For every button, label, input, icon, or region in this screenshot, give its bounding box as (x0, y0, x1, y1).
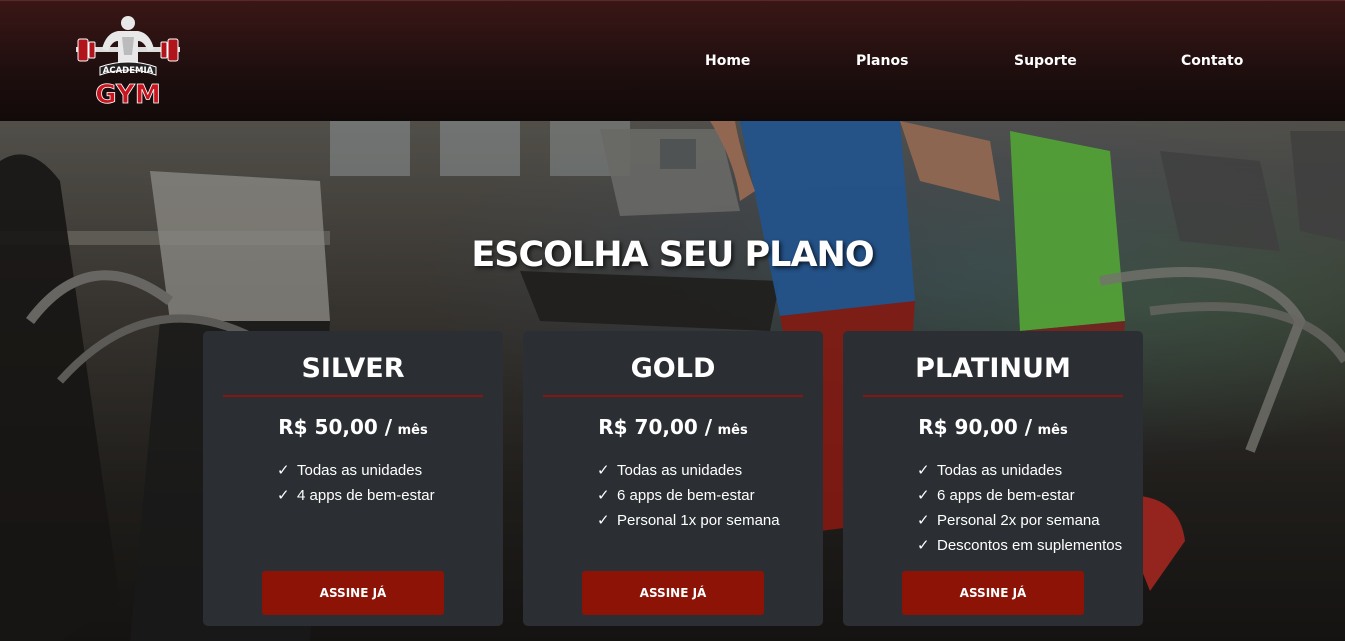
price-period: mês (717, 423, 748, 438)
nav-home[interactable]: Home (705, 53, 750, 69)
feature-item: ✓ 4 apps de bem-estar (277, 483, 435, 508)
subscribe-button-silver[interactable]: ASSINE JÁ (262, 571, 444, 615)
main-nav: Home Planos Suporte Contato (0, 53, 1345, 73)
plan-price: R$ 50,00 / mês (203, 415, 503, 439)
subscribe-button-platinum[interactable]: ASSINE JÁ (902, 571, 1084, 615)
check-icon: ✓ (597, 487, 610, 504)
price-value: R$ 50,00 / (278, 415, 393, 439)
check-icon: ✓ (277, 462, 290, 479)
nav-planos[interactable]: Planos (856, 53, 908, 69)
feature-list: ✓ Todas as unidades ✓ 4 apps de bem-estar (277, 458, 435, 508)
subscribe-button-gold[interactable]: ASSINE JÁ (582, 571, 764, 615)
plan-name: GOLD (630, 353, 716, 384)
plan-divider (223, 395, 483, 397)
feature-item: ✓ Todas as unidades (917, 458, 1122, 483)
price-value: R$ 70,00 / (598, 415, 713, 439)
feature-item: ✓ Todas as unidades (277, 458, 435, 483)
plan-divider (863, 395, 1123, 397)
plan-card-gold: GOLD R$ 70,00 / mês ✓ Todas as unidades ✓… (523, 331, 823, 626)
check-icon: ✓ (597, 462, 610, 479)
plan-price: R$ 70,00 / mês (523, 415, 823, 439)
site-header: ACADEMIA GYM Home Planos Suporte Contato (0, 0, 1345, 121)
price-value: R$ 90,00 / (918, 415, 1033, 439)
feature-list: ✓ Todas as unidades ✓ 6 apps de bem-estar … (597, 458, 780, 533)
check-icon: ✓ (277, 487, 290, 504)
check-icon: ✓ (597, 512, 610, 529)
nav-suporte[interactable]: Suporte (1014, 53, 1077, 69)
page-title: ESCOLHA SEU PLANO (471, 235, 874, 275)
plans-hero: ESCOLHA SEU PLANO SILVER R$ 50,00 / mês … (0, 121, 1345, 641)
plan-card-silver: SILVER R$ 50,00 / mês ✓ Todas as unidades… (203, 331, 503, 626)
price-period: mês (1037, 423, 1068, 438)
plan-divider (543, 395, 803, 397)
feature-item: ✓ 6 apps de bem-estar (597, 483, 780, 508)
nav-contato[interactable]: Contato (1181, 53, 1243, 69)
feature-list: ✓ Todas as unidades ✓ 6 apps de bem-estar … (917, 458, 1122, 558)
plan-card-platinum: PLATINUM R$ 90,00 / mês ✓ Todas as unidad… (843, 331, 1143, 626)
logo-bottom-text: GYM (95, 80, 160, 109)
check-icon: ✓ (917, 462, 930, 479)
check-icon: ✓ (917, 537, 930, 554)
plan-name: SILVER (301, 353, 405, 384)
feature-item: ✓ 6 apps de bem-estar (917, 483, 1122, 508)
price-period: mês (397, 423, 428, 438)
feature-item: ✓ Todas as unidades (597, 458, 780, 483)
feature-item: ✓ Descontos em suplementos (917, 533, 1122, 558)
feature-item: ✓ Personal 1x por semana (597, 508, 780, 533)
plan-name: PLATINUM (915, 353, 1071, 384)
feature-item: ✓ Personal 2x por semana (917, 508, 1122, 533)
check-icon: ✓ (917, 512, 930, 529)
check-icon: ✓ (917, 487, 930, 504)
plan-price: R$ 90,00 / mês (843, 415, 1143, 439)
